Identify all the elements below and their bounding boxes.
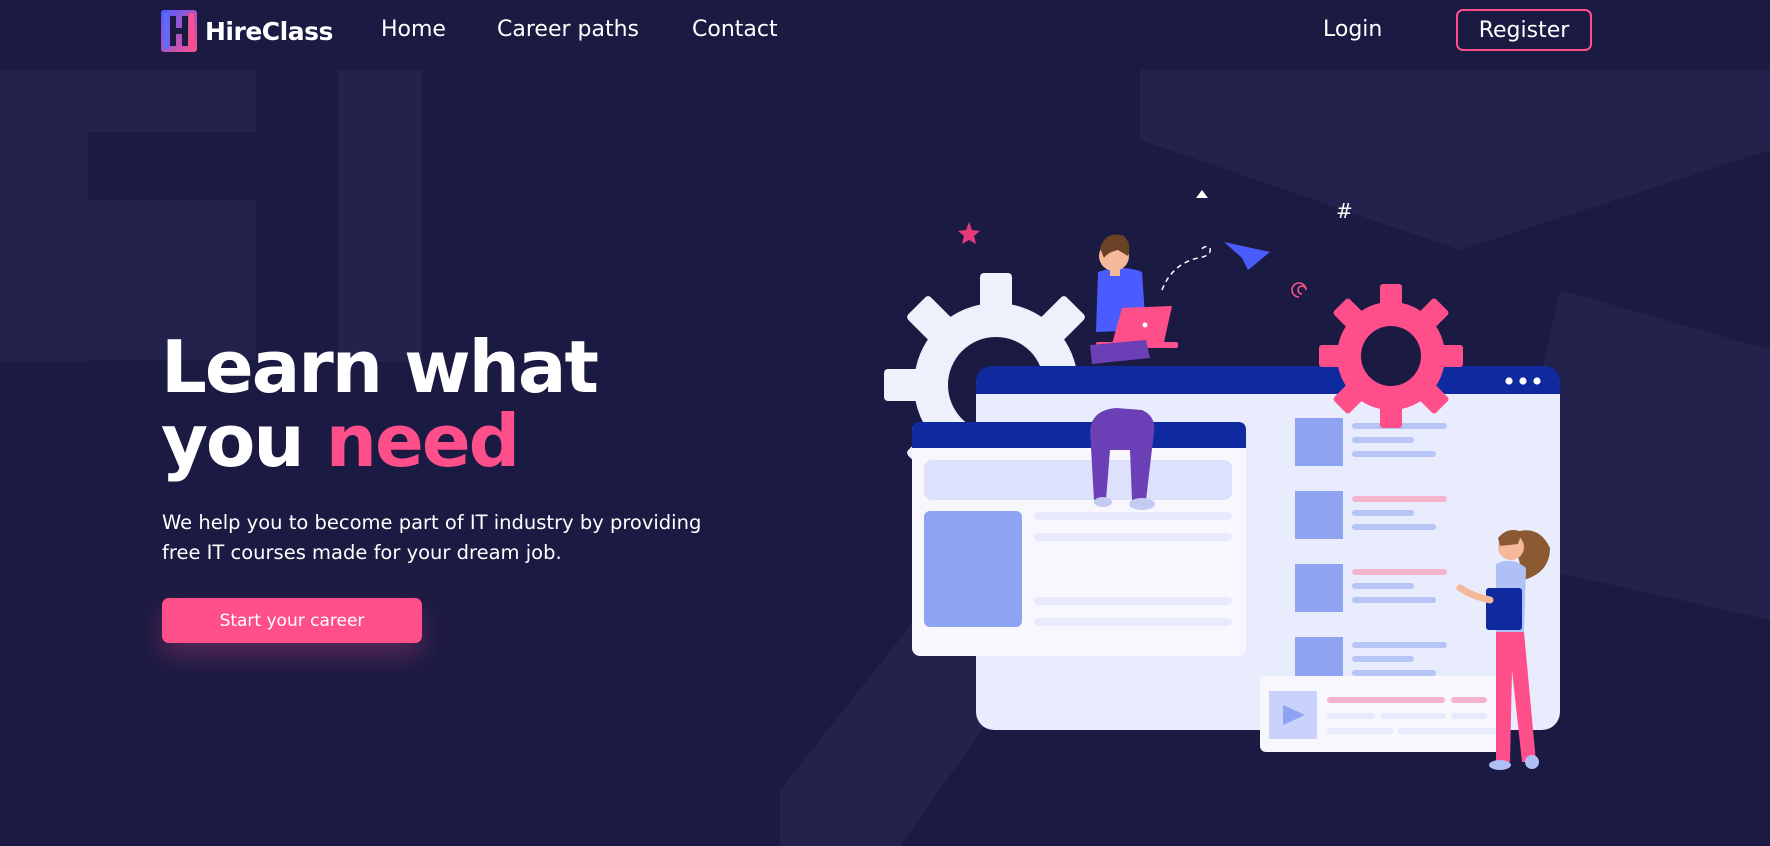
course-card-window: [912, 422, 1246, 656]
gear-icon: [1319, 284, 1463, 428]
hero-description: We help you to become part of IT industr…: [162, 511, 702, 564]
nav-link-career-paths[interactable]: Career paths: [497, 17, 639, 42]
brand-name: HireClass: [205, 16, 333, 46]
hero-title-plain: you: [161, 399, 305, 483]
star-icon: [958, 222, 980, 244]
video-card: [1260, 676, 1508, 752]
login-link[interactable]: Login: [1323, 17, 1382, 42]
nav-link-contact[interactable]: Contact: [692, 17, 778, 42]
start-career-button[interactable]: Start your career: [162, 598, 422, 643]
paper-plane-icon: [1224, 242, 1270, 270]
hireclass-logo-icon: [161, 10, 197, 52]
hero-title-accent: need: [325, 399, 520, 483]
hero-illustration: #: [884, 190, 1560, 770]
navbar: HireClass Home Career paths Contact Logi…: [0, 0, 1770, 62]
hero-title: Learn what you need: [161, 330, 599, 478]
laptop-icon: [1112, 306, 1172, 344]
hero-title-line1: Learn what: [161, 325, 599, 409]
register-button[interactable]: Register: [1456, 9, 1592, 51]
nav-link-home[interactable]: Home: [381, 17, 446, 42]
brand-logo[interactable]: HireClass: [161, 10, 333, 52]
hashtag-icon: #: [1336, 199, 1353, 223]
